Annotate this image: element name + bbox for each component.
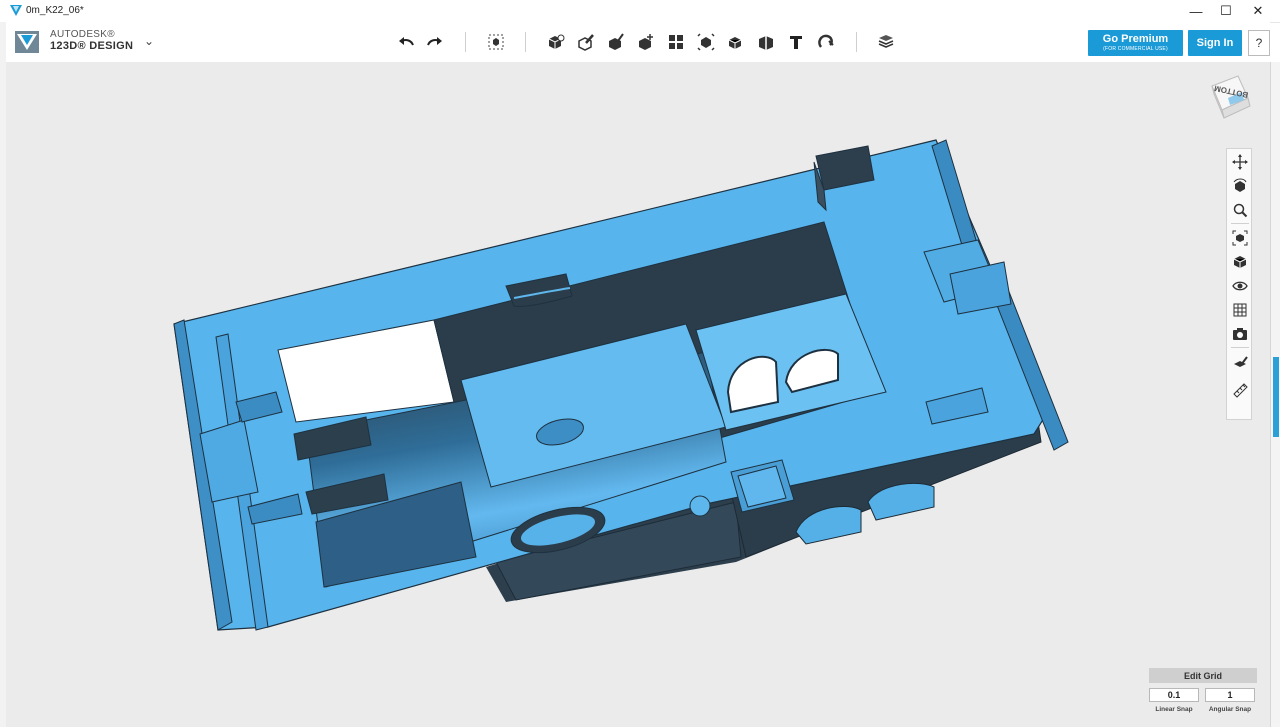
background-window-accent bbox=[1273, 357, 1279, 437]
material-icon[interactable] bbox=[874, 30, 898, 54]
nav-separator bbox=[1231, 223, 1249, 224]
background-window-edge-right bbox=[1270, 62, 1280, 727]
main-toolbar: AUTODESK® 123D® DESIGN ⌄ Go Premium (FOR… bbox=[6, 22, 1270, 63]
combine-icon[interactable] bbox=[724, 30, 748, 54]
pattern-icon[interactable] bbox=[664, 30, 688, 54]
zoom-icon[interactable] bbox=[1229, 199, 1251, 221]
help-button[interactable]: ? bbox=[1248, 30, 1270, 56]
app-menu-chevron-icon[interactable]: ⌄ bbox=[144, 34, 154, 48]
construct-icon[interactable] bbox=[604, 30, 628, 54]
brand-line2: 123D® DESIGN bbox=[50, 40, 134, 52]
nav-separator bbox=[1231, 347, 1249, 348]
angular-snap-field[interactable]: 1 bbox=[1205, 688, 1255, 702]
toolbar-separator bbox=[525, 32, 526, 52]
grid-panel: Edit Grid 0.1 1 Linear Snap Angular Snap bbox=[1149, 668, 1257, 724]
measure-icon[interactable] bbox=[754, 30, 778, 54]
materials-icon[interactable] bbox=[1229, 299, 1251, 321]
pan-icon[interactable] bbox=[1229, 151, 1251, 173]
camera-icon[interactable] bbox=[1229, 323, 1251, 345]
go-premium-sublabel: (FOR COMMERCIAL USE) bbox=[1103, 46, 1168, 52]
angular-snap-label: Angular Snap bbox=[1208, 706, 1252, 713]
visibility-icon[interactable] bbox=[1229, 275, 1251, 297]
sign-in-button[interactable]: Sign In bbox=[1188, 30, 1242, 56]
snap-tool-icon[interactable] bbox=[1229, 353, 1251, 375]
fit-icon[interactable] bbox=[1229, 227, 1251, 249]
window-title: 0m_K22_06* bbox=[26, 5, 84, 16]
toolbar-separator bbox=[465, 32, 466, 52]
title-bar: 0m_K22_06* — ☐ ✕ bbox=[0, 0, 1280, 23]
undo-icon[interactable] bbox=[394, 30, 418, 54]
transform-icon[interactable] bbox=[484, 30, 508, 54]
group-icon[interactable] bbox=[694, 30, 718, 54]
3d-model[interactable] bbox=[6, 62, 1270, 727]
orbit-icon[interactable] bbox=[1229, 175, 1251, 197]
minimize-button[interactable]: — bbox=[1181, 0, 1211, 22]
snap-icon[interactable] bbox=[814, 30, 838, 54]
linear-snap-field[interactable]: 0.1 bbox=[1149, 688, 1199, 702]
brand-label: AUTODESK® 123D® DESIGN bbox=[50, 29, 134, 52]
view-cube[interactable]: BOTTOM bbox=[1204, 72, 1254, 122]
text-icon[interactable] bbox=[784, 30, 808, 54]
modify-icon[interactable] bbox=[634, 30, 658, 54]
go-premium-label: Go Premium bbox=[1102, 33, 1169, 45]
maximize-button[interactable]: ☐ bbox=[1211, 0, 1241, 22]
ruler-tool-icon[interactable] bbox=[1229, 379, 1251, 401]
edit-grid-button[interactable]: Edit Grid bbox=[1149, 668, 1257, 683]
linear-snap-label: Linear Snap bbox=[1155, 706, 1193, 713]
close-button[interactable]: ✕ bbox=[1243, 0, 1273, 22]
toolbar-separator bbox=[856, 32, 857, 52]
brand-line1: AUTODESK® bbox=[50, 29, 115, 40]
go-premium-button[interactable]: Go Premium (FOR COMMERCIAL USE) bbox=[1088, 30, 1183, 56]
app-logo[interactable] bbox=[12, 27, 42, 57]
primitives-icon[interactable] bbox=[544, 30, 568, 54]
app-icon bbox=[10, 5, 22, 16]
sketch-icon[interactable] bbox=[574, 30, 598, 54]
view-icon[interactable] bbox=[1229, 251, 1251, 273]
3d-viewport[interactable]: BOTTOM Edit Grid 0.1 1 Linear Snap Angul… bbox=[6, 62, 1270, 727]
navigation-bar bbox=[1226, 148, 1252, 420]
redo-icon[interactable] bbox=[423, 30, 447, 54]
